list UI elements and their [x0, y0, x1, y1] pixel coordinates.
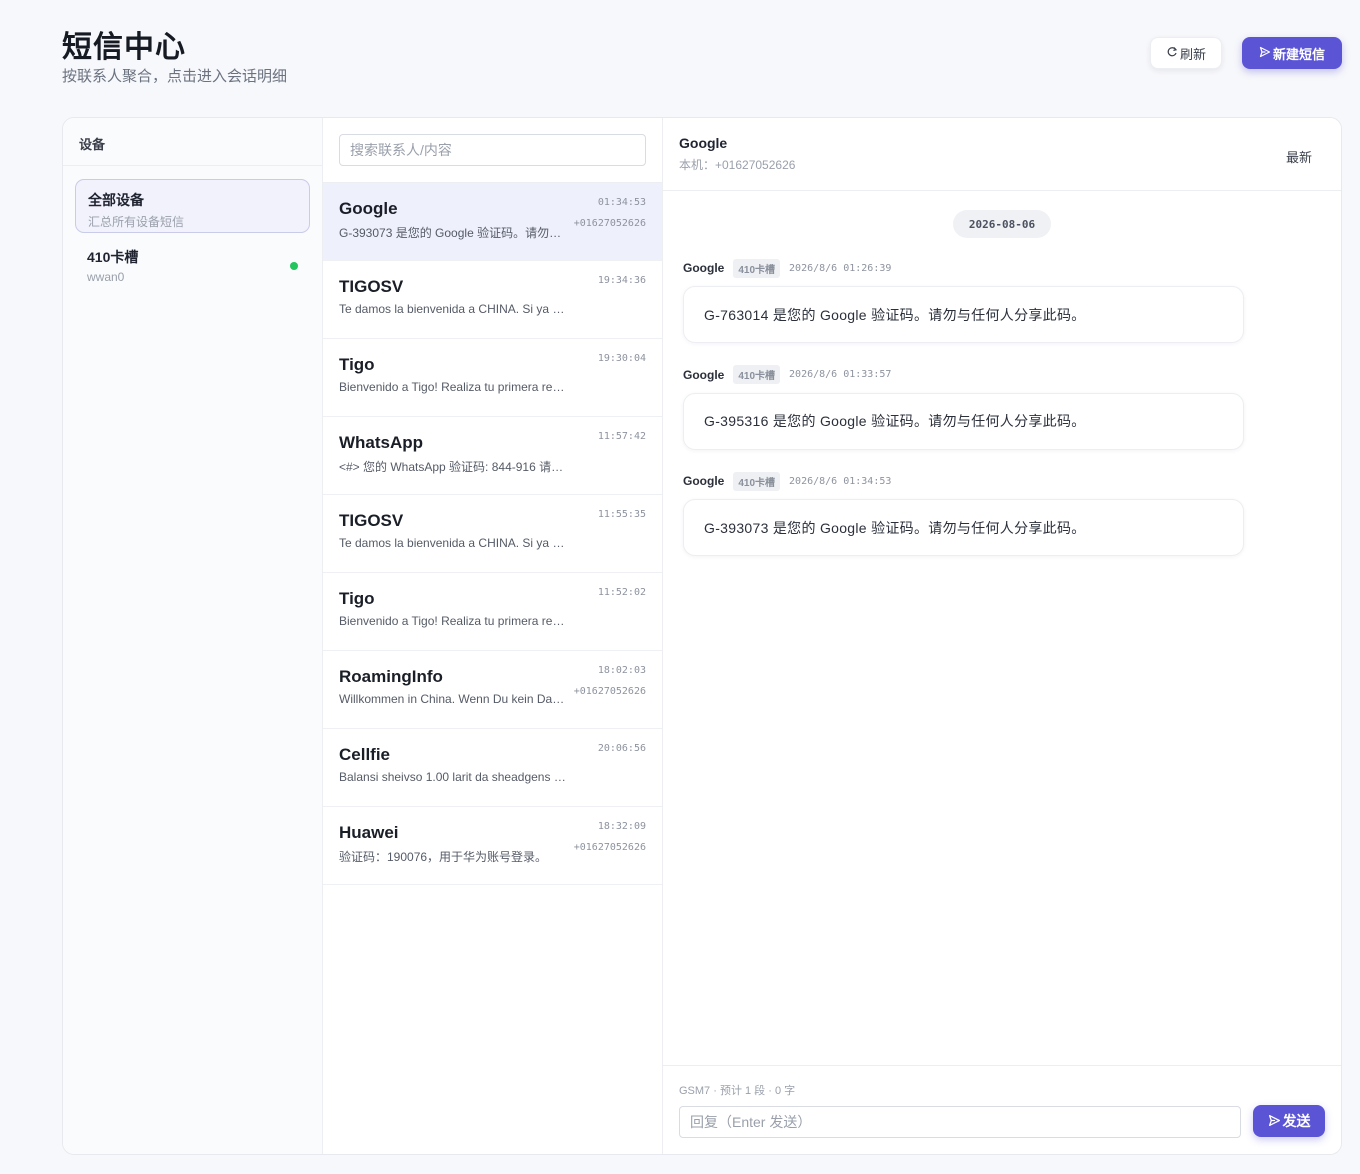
conversation-name: WhatsApp	[339, 433, 424, 452]
conversation-item[interactable]: Tigo Bienvenido a Tigo! Realiza tu primer…	[323, 573, 662, 651]
chat-header: Google 本机：+01627052626 最新	[663, 118, 1341, 191]
send-label: 发送	[1282, 1113, 1311, 1129]
conversation-item[interactable]: RoamingInfo Willkommen in China. Wenn Du …	[323, 651, 662, 729]
conversation-name: Huawei	[339, 823, 399, 842]
refresh-label: 刷新	[1179, 46, 1206, 62]
search-bar	[323, 118, 662, 183]
chat-pane: Google 本机：+01627052626 最新 2026-08-06 Goo…	[663, 118, 1341, 1154]
conversation-preview: Bienvenido a Tigo! Realiza tu primera re…	[339, 614, 567, 628]
device-item-410[interactable]: 410卡槽 wwan0	[75, 237, 310, 291]
refresh-button[interactable]: 刷新	[1150, 37, 1222, 69]
conversation-time: 19:30:04	[597, 353, 646, 364]
sms-panel: 设备 全部设备 汇总所有设备短信 410卡槽 wwan0 Google G-393…	[62, 117, 1342, 1155]
conversation-preview: Willkommen in China. Wenn Du kein Datenp…	[339, 692, 567, 706]
conversation-time: 11:55:35	[597, 509, 646, 520]
conversation-item[interactable]: Cellfie Balansi sheivso 1.00 larit da she…	[323, 729, 662, 807]
conversation-time: 11:57:42	[597, 431, 646, 442]
conversation-preview: 验证码：190076，用于华为账号登录。	[339, 850, 548, 864]
conversation-item[interactable]: TIGOSV Te damos la bienvenida a CHINA. Si…	[323, 495, 662, 573]
conversation-item[interactable]: WhatsApp <#> 您的 WhatsApp 验证码: 844-916 请不要…	[323, 417, 662, 495]
device-item-all[interactable]: 全部设备 汇总所有设备短信	[75, 179, 310, 233]
device-sub: 汇总所有设备短信	[88, 215, 185, 229]
message-bubble: G-763014 是您的 Google 验证码。请勿与任何人分享此码。	[683, 286, 1244, 343]
message-bubble: G-393073 是您的 Google 验证码。请勿与任何人分享此码。	[683, 499, 1244, 556]
message-sender: Google	[683, 261, 725, 275]
reply-input[interactable]	[679, 1106, 1241, 1138]
conversation-name: TIGOSV	[339, 277, 404, 296]
send-icon	[1259, 46, 1271, 60]
message-sender: Google	[683, 367, 725, 382]
conversation-item[interactable]: Huawei 验证码：190076，用于华为账号登录。 18:32:09 +01627…	[323, 807, 662, 885]
conversation-name: Tigo	[339, 589, 375, 608]
message-time: 2026/8/6 01:33:57	[789, 369, 892, 380]
conversation-time: 18:02:03	[597, 665, 646, 676]
search-input[interactable]	[339, 134, 646, 166]
latest-button[interactable]: 最新	[1286, 147, 1312, 166]
conversation-name: Google	[339, 199, 398, 218]
date-divider: 2026-08-06	[953, 210, 1051, 238]
message-item: Google 410卡槽 2026/8/6 01:26:39 G-763014 是您的…	[683, 258, 1244, 343]
conversation-name: Cellfie	[339, 745, 391, 764]
conversation-preview: Balansi sheivso 1.00 larit da sheadgens …	[339, 770, 567, 784]
conversation-time: 19:34:36	[597, 275, 646, 286]
conversation-preview: Te damos la bienvenida a CHINA. Si ya cu…	[339, 302, 567, 316]
conversation-preview: Bienvenido a Tigo! Realiza tu primera re…	[339, 380, 567, 394]
device-heading: 设备	[63, 118, 322, 166]
new-sms-label: 新建短信	[1272, 46, 1325, 62]
conversation-list: Google G-393073 是您的 Google 验证码。请勿与任何人分享此码…	[323, 118, 663, 1154]
device-name: 410卡槽	[87, 249, 139, 265]
conversation-name: Tigo	[339, 355, 375, 374]
conversation-items: Google G-393073 是您的 Google 验证码。请勿与任何人分享此码…	[323, 183, 662, 885]
refresh-icon	[1166, 46, 1178, 60]
send-icon	[1268, 1114, 1281, 1129]
message-bubble: G-395316 是您的 Google 验证码。请勿与任何人分享此码。	[683, 392, 1244, 450]
conversation-item[interactable]: Google G-393073 是您的 Google 验证码。请勿与任何人分享此码…	[323, 183, 662, 261]
chat-subtitle: 本机：+01627052626	[679, 158, 796, 172]
conversation-name: TIGOSV	[339, 511, 404, 530]
message-sender: Google	[683, 474, 725, 488]
page-subtitle: 按联系人聚合，点击进入会话明细	[62, 68, 288, 85]
device-tag: 410卡槽	[733, 471, 781, 491]
message-item: Google 410卡槽 2026/8/6 01:33:57 G-395316 是您的…	[683, 365, 1244, 450]
send-button[interactable]: 发送	[1253, 1105, 1325, 1137]
message-time: 2026/8/6 01:26:39	[789, 262, 892, 274]
message-meta: Google 410卡槽 2026/8/6 01:34:53	[683, 471, 1244, 491]
conversation-item[interactable]: TIGOSV Te damos la bienvenida a CHINA. Si…	[323, 261, 662, 339]
device-tag: 410卡槽	[733, 365, 781, 384]
chat-title: Google	[679, 135, 728, 151]
conversation-time: 11:52:02	[597, 587, 646, 598]
encoding-info: GSM7 · 预计 1 段 · 0 字	[679, 1085, 796, 1097]
message-item: Google 410卡槽 2026/8/6 01:34:53 G-393073 是您的…	[683, 471, 1244, 556]
message-meta: Google 410卡槽 2026/8/6 01:33:57	[683, 365, 1244, 384]
conversation-number: +01627052626	[573, 218, 646, 229]
new-sms-button[interactable]: 新建短信	[1242, 37, 1342, 69]
conversation-item[interactable]: Tigo Bienvenido a Tigo! Realiza tu primer…	[323, 339, 662, 417]
conversation-preview: G-393073 是您的 Google 验证码。请勿与任何人分享此码。	[339, 226, 567, 240]
conversation-preview: <#> 您的 WhatsApp 验证码: 844-916 请不要将验证码告诉他人	[339, 460, 567, 474]
conversation-number: +01627052626	[573, 842, 646, 853]
reply-bar: GSM7 · 预计 1 段 · 0 字 发送	[663, 1065, 1341, 1154]
message-meta: Google 410卡槽 2026/8/6 01:26:39	[683, 258, 1244, 278]
conversation-time: 01:34:53	[597, 197, 646, 208]
device-tag: 410卡槽	[733, 258, 781, 278]
conversation-preview: Te damos la bienvenida a CHINA. Si ya cu…	[339, 536, 567, 550]
conversation-name: RoamingInfo	[339, 667, 443, 686]
conversation-time: 20:06:56	[597, 743, 646, 754]
conversation-time: 18:32:09	[597, 821, 646, 832]
online-status-dot	[290, 262, 298, 270]
page-title: 短信中心	[62, 31, 186, 64]
device-sub: wwan0	[87, 270, 125, 284]
conversation-number: +01627052626	[573, 686, 646, 697]
device-name: 全部设备	[88, 192, 144, 208]
message-time: 2026/8/6 01:34:53	[789, 475, 892, 487]
device-sidebar: 设备 全部设备 汇总所有设备短信 410卡槽 wwan0	[63, 118, 323, 1154]
